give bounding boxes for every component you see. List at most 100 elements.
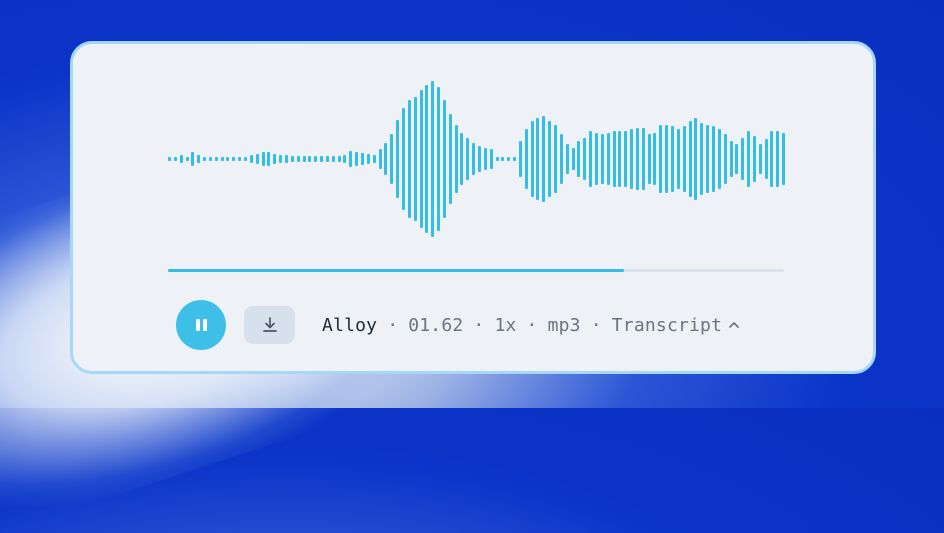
- waveform-bar: [741, 137, 745, 181]
- waveform[interactable]: [168, 74, 788, 244]
- waveform-bar: [267, 152, 271, 166]
- waveform-bar: [507, 156, 511, 162]
- waveform-bar: [232, 156, 236, 162]
- waveform-bar: [203, 156, 207, 162]
- waveform-bar: [635, 127, 639, 191]
- waveform-bar: [214, 156, 218, 162]
- waveform-bar: [612, 131, 616, 187]
- waveform-bar: [349, 150, 353, 168]
- waveform-bar: [314, 155, 318, 163]
- waveform-bar: [331, 155, 335, 163]
- waveform-bar: [513, 157, 517, 161]
- duration: 01.62: [408, 314, 464, 336]
- waveform-bar: [501, 157, 505, 161]
- waveform-bar: [782, 132, 786, 186]
- waveform-bar: [776, 131, 780, 187]
- waveform-bar: [717, 129, 721, 189]
- waveform-bar: [518, 140, 522, 178]
- waveform-bar: [706, 124, 710, 194]
- waveform-bar: [361, 153, 365, 165]
- waveform-bar: [249, 154, 253, 164]
- waveform-bar: [448, 113, 452, 205]
- waveform-bar: [437, 86, 441, 232]
- waveform-bar: [711, 126, 715, 192]
- download-button[interactable]: [244, 306, 295, 344]
- waveform-bar: [185, 156, 189, 162]
- waveform-bar: [671, 126, 675, 192]
- waveform-bar: [723, 134, 727, 184]
- waveform-bar: [261, 152, 265, 166]
- waveform-bar: [296, 155, 300, 163]
- waveform-bar: [372, 154, 376, 164]
- waveform-bar: [413, 96, 417, 222]
- transcript-toggle[interactable]: Transcript: [612, 315, 740, 336]
- waveform-bar: [419, 90, 423, 228]
- waveform-bar: [554, 124, 558, 194]
- progress-fill: [168, 269, 624, 272]
- waveform-bar: [355, 152, 359, 166]
- waveform-bar: [571, 147, 575, 171]
- waveform-bar: [337, 155, 341, 163]
- waveform-bar: [647, 134, 651, 184]
- waveform-bar: [244, 156, 248, 162]
- waveform-bar: [478, 145, 481, 173]
- waveform-bar: [565, 144, 569, 174]
- waveform-bar: [308, 155, 312, 163]
- waveform-bar: [594, 132, 598, 186]
- waveform-bar: [197, 154, 201, 164]
- waveform-bar: [747, 131, 751, 187]
- waveform-bar: [472, 142, 476, 176]
- waveform-bar: [659, 124, 663, 194]
- waveform-bar: [255, 154, 259, 164]
- waveform-bar: [600, 134, 604, 184]
- player-controls: Alloy · 01.62 · 1x · mp3 · Transcript: [176, 300, 740, 350]
- voice-name: Alloy: [322, 314, 378, 336]
- waveform-bar: [466, 137, 470, 181]
- waveform-bar: [425, 85, 429, 233]
- separator: ·: [387, 314, 399, 336]
- waveform-bar: [302, 155, 306, 163]
- waveform-bar: [536, 118, 540, 200]
- waveform-bar: [396, 119, 400, 199]
- waveform-bar: [641, 127, 645, 191]
- waveform-bar: [179, 154, 183, 164]
- separator: ·: [473, 314, 485, 336]
- waveform-bar: [495, 157, 499, 161]
- waveform-bar: [279, 154, 283, 164]
- waveform-bar: [407, 99, 411, 219]
- track-meta: Alloy · 01.62 · 1x · mp3 · Transcript: [322, 315, 740, 336]
- waveform-bar: [191, 152, 195, 166]
- waveform-bar: [653, 132, 657, 186]
- waveform-bar: [548, 121, 552, 197]
- transcript-label: Transcript: [611, 314, 723, 336]
- pause-button[interactable]: [176, 300, 226, 350]
- separator: ·: [590, 314, 602, 336]
- waveform-bar: [401, 108, 405, 210]
- waveform-bar: [168, 157, 171, 161]
- waveform-bar: [577, 140, 581, 178]
- waveform-bar: [378, 149, 382, 169]
- waveform-bar: [390, 134, 394, 184]
- separator: ·: [526, 314, 538, 336]
- waveform-bar: [606, 132, 610, 186]
- playback-speed[interactable]: 1x: [494, 315, 516, 336]
- waveform-bar: [384, 142, 388, 176]
- waveform-bar: [431, 81, 435, 237]
- waveform-bar: [700, 122, 704, 196]
- waveform-bar: [676, 129, 680, 189]
- waveform-bar: [208, 156, 212, 162]
- waveform-bar: [284, 154, 288, 164]
- waveform-bar: [589, 131, 593, 187]
- waveform-bar: [320, 155, 324, 163]
- waveform-bar: [442, 99, 446, 219]
- pause-icon: [194, 319, 208, 331]
- waveform-bar: [238, 156, 242, 162]
- waveform-bar: [729, 140, 733, 178]
- waveform-bar: [542, 116, 546, 202]
- progress-bar[interactable]: [168, 269, 784, 272]
- waveform-bar: [290, 155, 294, 163]
- waveform-bar: [758, 144, 762, 174]
- waveform-bar: [530, 121, 534, 197]
- file-format: mp3: [547, 314, 581, 336]
- waveform-bar: [366, 154, 370, 164]
